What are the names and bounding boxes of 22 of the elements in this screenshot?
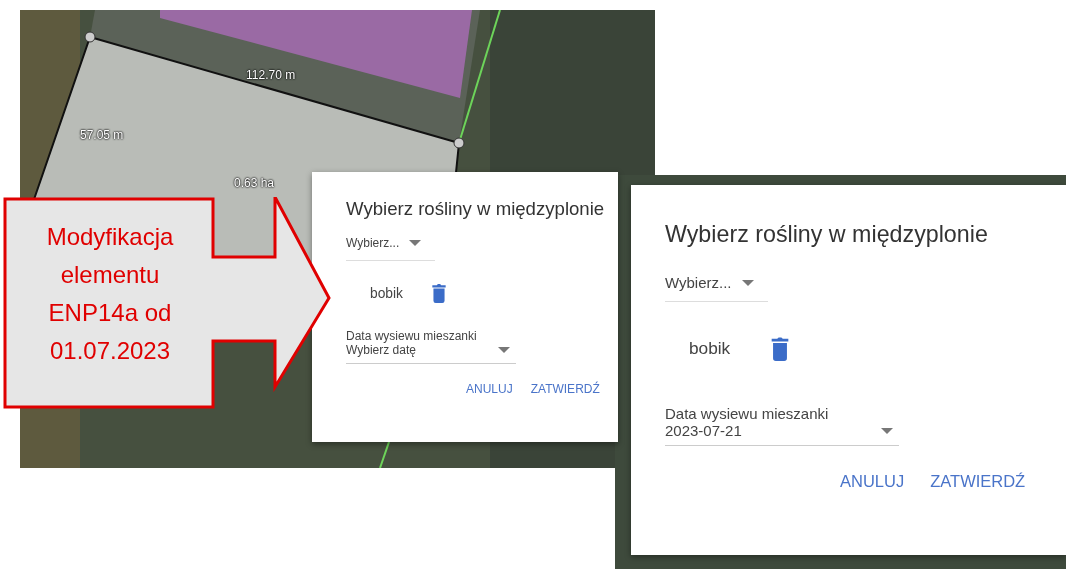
plant-name: bobik xyxy=(370,285,403,301)
plant-select[interactable]: Wybierz... xyxy=(665,274,768,302)
cancel-button[interactable]: ANULUJ xyxy=(466,382,513,396)
map-measurement-label: 112.70 m xyxy=(246,68,296,82)
confirm-button[interactable]: ZATWIERDŹ xyxy=(930,472,1026,491)
caret-icon xyxy=(741,279,754,286)
plant-select[interactable]: Wybierz... xyxy=(346,236,436,261)
caret-icon xyxy=(409,240,422,246)
plant-name: bobik xyxy=(689,338,731,359)
trash-icon[interactable] xyxy=(770,336,791,361)
map-measurement-label: 0.63 ha xyxy=(234,176,275,190)
dialog-title: Wybierz rośliny w międzyplonie xyxy=(665,221,989,248)
date-select[interactable]: Data wysiewu mieszanki Wybierz datę xyxy=(346,329,516,364)
date-select[interactable]: Data wysiewu mieszanki 2023-07-21 xyxy=(665,405,899,446)
cancel-button[interactable]: ANULUJ xyxy=(840,472,905,491)
callout-text: Modyfikacja elementu ENP14a od 01.07.2023 xyxy=(45,222,175,366)
dialog-title: Wybierz rośliny w międzyplonie xyxy=(346,198,606,220)
map-measurement-label: 57.05 m xyxy=(80,128,124,142)
trash-icon[interactable] xyxy=(431,283,447,303)
caret-icon xyxy=(881,427,893,434)
caret-icon xyxy=(498,347,510,353)
confirm-button[interactable]: ZATWIERDŹ xyxy=(530,382,600,396)
